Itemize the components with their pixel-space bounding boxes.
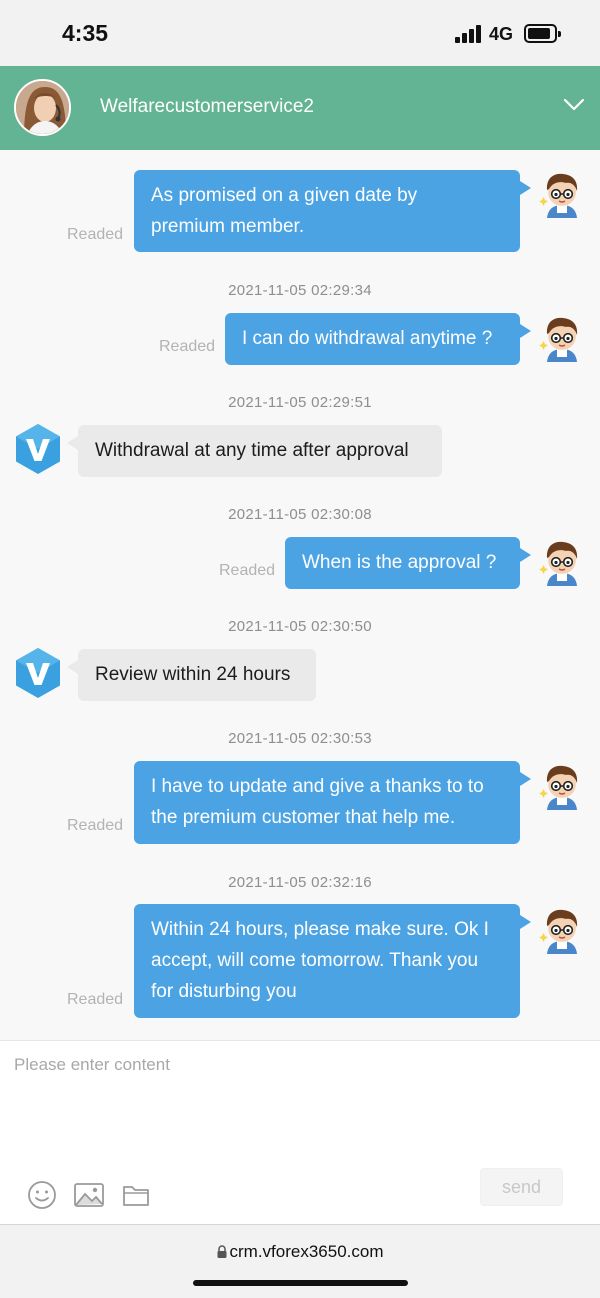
battery-icon bbox=[524, 24, 561, 43]
message-line: Review within 24 hours bbox=[95, 664, 291, 685]
url-display[interactable]: crm.vforex3650.com bbox=[0, 1242, 600, 1262]
message-bubble-incoming: Review within 24 hours bbox=[78, 649, 316, 701]
message-bubble-outgoing: Within 24 hours, please make sure. Ok I … bbox=[134, 904, 520, 1018]
message-timestamp: 2021-11-05 02:29:51 bbox=[228, 394, 372, 411]
emoji-icon[interactable] bbox=[26, 1179, 58, 1211]
message-timestamp: 2021-11-05 02:30:08 bbox=[228, 506, 372, 523]
bubble-tail bbox=[67, 660, 78, 674]
message-composer: send bbox=[0, 1040, 600, 1224]
message-timestamp: 2021-11-05 02:30:50 bbox=[228, 618, 372, 635]
bubble-tail bbox=[520, 915, 531, 929]
send-button[interactable]: send bbox=[480, 1168, 563, 1206]
bubble-tail bbox=[520, 181, 531, 195]
message-line: As promised on a given date by bbox=[151, 185, 418, 206]
user-avatar-icon bbox=[538, 170, 586, 218]
chat-message-list[interactable]: As promised on a given date by premium m… bbox=[0, 150, 600, 1040]
message-line: for disturbing you bbox=[151, 981, 297, 1002]
cellular-signal-icon bbox=[455, 25, 483, 43]
v-logo-avatar-icon bbox=[14, 423, 62, 475]
read-status: Readed bbox=[67, 817, 124, 834]
user-avatar-icon bbox=[538, 314, 586, 362]
message-bubble-outgoing: I can do withdrawal anytime ? bbox=[225, 313, 520, 365]
message-line: Withdrawal at any time after approval bbox=[95, 440, 409, 461]
lock-icon bbox=[217, 1243, 227, 1258]
message-bubble-outgoing: When is the approval ? bbox=[285, 537, 520, 589]
folder-icon[interactable] bbox=[120, 1179, 152, 1211]
status-time: 4:35 bbox=[62, 20, 109, 46]
message-line: I can do withdrawal anytime ? bbox=[242, 328, 493, 349]
status-bar: 4:35 4G bbox=[0, 0, 600, 66]
message-timestamp: 2021-11-05 02:30:53 bbox=[228, 730, 372, 747]
read-status: Readed bbox=[159, 338, 216, 355]
message-bubble-outgoing: I have to update and give a thanks to to… bbox=[134, 761, 520, 844]
message-bubble-outgoing: As promised on a given date by premium m… bbox=[134, 170, 520, 252]
message-line: When is the approval ? bbox=[302, 552, 497, 573]
user-avatar-icon bbox=[538, 538, 586, 586]
message-bubble-incoming: Withdrawal at any time after approval bbox=[78, 425, 442, 477]
v-logo-avatar-icon bbox=[14, 647, 62, 699]
message-input[interactable] bbox=[0, 1041, 600, 1159]
read-status: Readed bbox=[219, 562, 276, 579]
read-status: Readed bbox=[67, 226, 124, 243]
bubble-tail bbox=[67, 436, 78, 450]
browser-address-bar: crm.vforex3650.com bbox=[0, 1224, 600, 1298]
url-text: crm.vforex3650.com bbox=[229, 1242, 384, 1261]
message-line: the premium customer that help me. bbox=[151, 807, 456, 828]
read-status: Readed bbox=[67, 991, 124, 1008]
user-avatar-icon bbox=[538, 906, 586, 954]
agent-name: Welfarecustomerservice2 bbox=[100, 96, 315, 117]
bubble-tail bbox=[520, 772, 531, 786]
agent-avatar[interactable] bbox=[14, 79, 71, 136]
message-line: Within 24 hours, please make sure. Ok I bbox=[151, 919, 489, 940]
image-icon[interactable] bbox=[73, 1179, 105, 1211]
message-line: accept, will come tomorrow. Thank you bbox=[151, 950, 479, 971]
message-line: I have to update and give a thanks to to bbox=[151, 776, 484, 797]
user-avatar-icon bbox=[538, 762, 586, 810]
chat-header: Welfarecustomerservice2 bbox=[0, 66, 600, 150]
chevron-down-icon[interactable] bbox=[562, 96, 586, 114]
message-line: premium member. bbox=[151, 216, 305, 237]
bubble-tail bbox=[520, 324, 531, 338]
message-timestamp: 2021-11-05 02:29:34 bbox=[228, 282, 372, 299]
message-timestamp: 2021-11-05 02:32:16 bbox=[228, 874, 372, 891]
bubble-tail bbox=[520, 548, 531, 562]
network-type: 4G bbox=[489, 24, 514, 44]
home-indicator[interactable] bbox=[193, 1280, 408, 1286]
